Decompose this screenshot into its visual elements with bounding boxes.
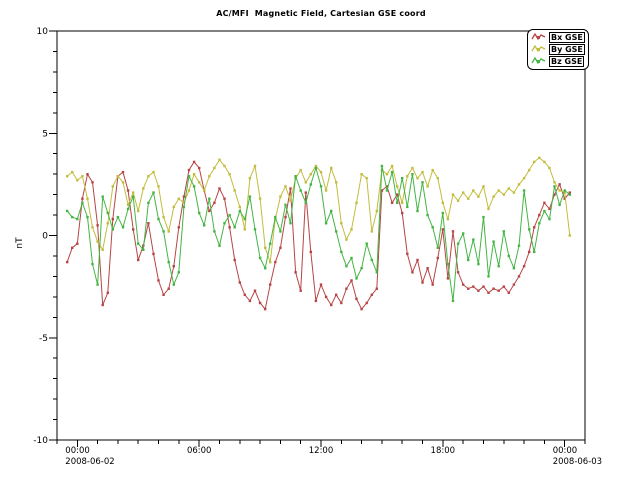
y-tick-label: 10 [37, 27, 49, 37]
legend-label-by: By GSE [549, 44, 585, 55]
legend[interactable]: Bx GSE By GSE Bz GSE [527, 29, 589, 70]
x-tick-label: 00:00 [65, 446, 90, 456]
series-line-bz [67, 166, 570, 301]
series-markers-bx [66, 161, 571, 311]
legend-item-by[interactable]: By GSE [531, 43, 585, 55]
x-tick-label: 18:00 [431, 446, 456, 456]
series-markers-bz [66, 165, 571, 302]
x-tick-label: 12:00 [309, 446, 334, 456]
y-tick-label: 5 [42, 129, 48, 139]
x-tick-label: 00:00 [553, 446, 578, 456]
plot-frame [57, 31, 585, 440]
x-tick-date-label: 2008-06-03 [553, 457, 602, 467]
x-tick-date-label: 2008-06-02 [65, 457, 114, 467]
y-tick-label: 0 [42, 232, 48, 242]
by-series-line-icon [531, 44, 547, 54]
chart-plot-area[interactable]: 1050-5-10 00:002008-06-0206:0012:0018:00… [0, 0, 640, 480]
bz-series-line-icon [531, 56, 547, 66]
plot-window: AC/MFI Magnetic Field, Cartesian GSE coo… [0, 0, 640, 480]
legend-label-bx: Bx GSE [549, 32, 585, 43]
series-line-bx [67, 162, 570, 309]
legend-item-bz[interactable]: Bz GSE [531, 55, 585, 67]
axis-ticks [49, 31, 585, 447]
y-axis-unit-label: nT [15, 237, 25, 248]
x-axis-tick-labels: 00:002008-06-0206:0012:0018:0000:002008-… [65, 446, 602, 467]
legend-label-bz: Bz GSE [549, 56, 584, 67]
legend-item-bx[interactable]: Bx GSE [531, 31, 585, 43]
x-tick-label: 06:00 [187, 446, 212, 456]
y-tick-label: -10 [33, 436, 48, 446]
y-axis-tick-labels: 10 5 0 -5 -10 [33, 27, 48, 446]
y-tick-label: -5 [39, 334, 48, 344]
bx-series-line-icon [531, 32, 547, 42]
data-series [66, 157, 571, 311]
